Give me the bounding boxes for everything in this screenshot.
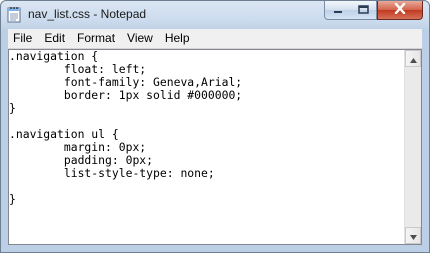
menu-format[interactable]: Format <box>72 29 122 48</box>
title-bar[interactable]: nav_list.css - Notepad <box>1 1 429 29</box>
notepad-window: nav_list.css - Notepad File Edit Format … <box>0 0 430 253</box>
code-line: } <box>9 192 16 206</box>
text-editor[interactable]: .navigation { float: left; font-family: … <box>8 49 422 245</box>
scroll-down-button[interactable] <box>405 227 421 244</box>
scroll-up-arrow-icon <box>409 50 417 68</box>
code-line: list-style-type: none; <box>9 166 215 180</box>
notepad-icon[interactable] <box>7 6 21 23</box>
menu-edit[interactable]: Edit <box>39 29 72 48</box>
editor-text-area[interactable]: .navigation { float: left; font-family: … <box>9 50 404 244</box>
scroll-down-arrow-icon <box>409 227 417 245</box>
code-line: border: 1px solid #000000; <box>9 88 243 102</box>
menu-bar: File Edit Format View Help <box>8 29 422 49</box>
vertical-scrollbar[interactable] <box>404 50 421 244</box>
close-icon <box>394 1 406 19</box>
minimize-icon <box>333 1 343 19</box>
minimize-button[interactable] <box>324 1 351 20</box>
code-line: } <box>9 101 16 115</box>
menu-help[interactable]: Help <box>160 29 197 48</box>
window-title: nav_list.css - Notepad <box>28 7 147 21</box>
maximize-icon <box>357 1 369 19</box>
close-button[interactable] <box>377 1 423 20</box>
menu-view[interactable]: View <box>122 29 160 48</box>
scroll-up-button[interactable] <box>405 50 421 67</box>
maximize-button[interactable] <box>350 1 377 20</box>
menu-file[interactable]: File <box>8 29 39 48</box>
